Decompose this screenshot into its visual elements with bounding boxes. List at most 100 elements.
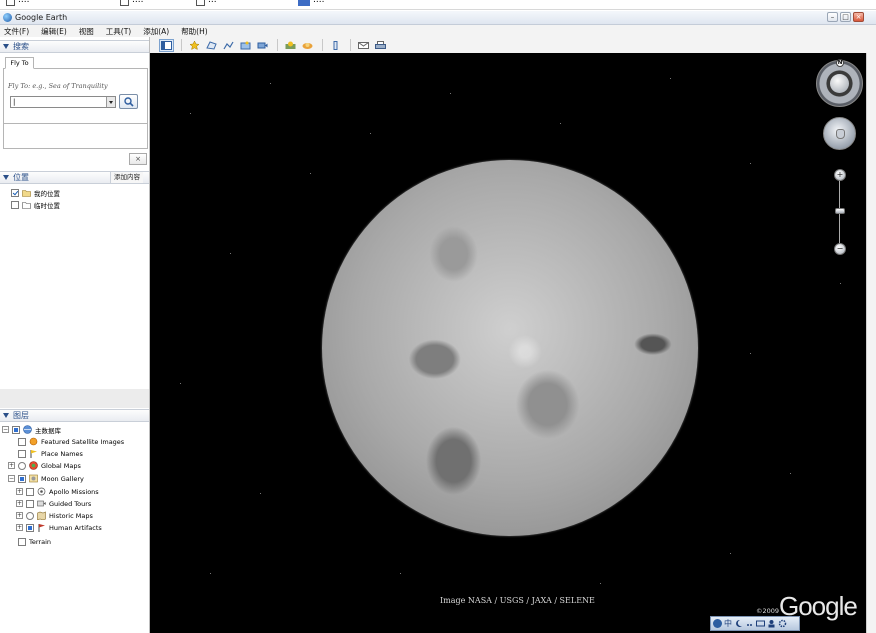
tab-fly-to[interactable]: Fly To <box>5 57 34 69</box>
sunlight-button[interactable] <box>300 39 315 52</box>
layer-label: Apollo Missions <box>49 487 99 496</box>
maximize-button[interactable]: □ <box>840 12 851 22</box>
punctuation-icon[interactable] <box>745 619 754 628</box>
menu-file[interactable]: 文件(F) <box>4 26 29 37</box>
layer-apollo-missions[interactable]: + Apollo Missions <box>16 486 99 497</box>
settings-icon[interactable] <box>778 619 787 628</box>
fly-to-input-value: | <box>13 98 16 106</box>
expand-icon[interactable]: + <box>16 524 23 531</box>
layer-label: 主数据库 <box>35 426 61 435</box>
zoom-out-button[interactable]: − <box>834 243 846 255</box>
menu-tools[interactable]: 工具(T) <box>106 26 131 37</box>
clear-search-button[interactable]: × <box>129 153 147 165</box>
expand-icon[interactable]: + <box>16 488 23 495</box>
minimize-button[interactable]: – <box>827 12 838 22</box>
ime-mode[interactable]: 中 <box>724 618 732 629</box>
checkbox[interactable] <box>18 474 26 483</box>
checkbox[interactable] <box>11 200 19 209</box>
fly-to-input[interactable]: | <box>10 96 116 108</box>
taskbar-item[interactable]: .... <box>120 0 143 6</box>
layer-place-names[interactable]: Place Names <box>18 448 83 459</box>
add-polygon-button[interactable] <box>204 39 219 52</box>
folder-icon <box>22 200 31 209</box>
sidebar-toggle-button[interactable] <box>159 38 174 52</box>
radio[interactable] <box>26 511 34 520</box>
layer-human-artifacts[interactable]: + Human Artifacts <box>16 522 102 533</box>
map-viewport[interactable]: Image NASA / USGS / JAXA / SELENE ©2009 … <box>150 53 866 633</box>
zoom-slider-thumb[interactable] <box>835 208 845 214</box>
add-content-button[interactable]: 添加内容 <box>110 172 143 183</box>
menu-view[interactable]: 视图 <box>79 26 94 37</box>
search-panel-header[interactable]: 搜索 <box>0 40 149 53</box>
places-item-label: 临时位置 <box>34 201 60 210</box>
layer-label: Historic Maps <box>49 511 93 520</box>
checkbox[interactable] <box>18 449 26 458</box>
checkbox[interactable] <box>18 537 26 546</box>
add-image-overlay-button[interactable] <box>238 39 253 52</box>
menu-help[interactable]: 帮助(H) <box>181 26 208 37</box>
places-item-temporary-places[interactable]: 临时位置 <box>11 199 60 210</box>
path-icon <box>223 41 234 49</box>
taskbar-item[interactable]: ... <box>196 0 217 6</box>
moon-globe[interactable] <box>322 160 698 536</box>
zoom-in-button[interactable]: + <box>834 169 846 181</box>
menu-edit[interactable]: 编辑(E) <box>41 26 67 37</box>
globe-icon <box>29 461 38 470</box>
add-path-button[interactable] <box>221 39 236 52</box>
taskbar-item[interactable]: .... <box>298 0 324 6</box>
taskbar-item[interactable]: .... <box>6 0 29 6</box>
copyright: ©2009 <box>756 607 780 615</box>
map-icon <box>37 511 46 520</box>
layer-global-maps[interactable]: + Global Maps <box>8 460 81 471</box>
layer-featured-satellite-images[interactable]: Featured Satellite Images <box>18 436 124 447</box>
places-panel-title: 位置 <box>13 173 29 182</box>
ime-toolbar[interactable]: 中 <box>710 616 800 631</box>
expand-icon[interactable]: + <box>16 500 23 507</box>
look-control[interactable]: N <box>816 59 863 107</box>
layer-label: Place Names <box>41 449 83 458</box>
planets-button[interactable] <box>328 39 343 52</box>
add-placemark-button[interactable] <box>187 39 202 52</box>
record-tour-button[interactable] <box>255 39 270 52</box>
collapse-icon[interactable]: − <box>8 475 15 482</box>
email-icon <box>358 41 369 49</box>
expand-icon[interactable]: + <box>8 462 15 469</box>
eye-icon[interactable] <box>830 74 849 93</box>
print-button[interactable] <box>373 39 388 52</box>
checkbox[interactable] <box>12 425 20 434</box>
window-title: Google Earth <box>15 13 68 22</box>
layer-root[interactable]: − 主数据库 <box>2 424 61 435</box>
email-button[interactable] <box>356 39 371 52</box>
places-item-label: 我的位置 <box>34 189 60 198</box>
checkbox[interactable] <box>26 523 34 532</box>
print-icon <box>375 40 386 49</box>
layers-panel-header[interactable]: 图层 <box>0 409 149 422</box>
collapse-icon[interactable]: − <box>2 426 9 433</box>
expand-icon[interactable]: + <box>16 512 23 519</box>
places-item-my-places[interactable]: 我的位置 <box>11 187 60 198</box>
move-control[interactable] <box>823 117 856 150</box>
checkbox[interactable] <box>26 499 34 508</box>
checkbox[interactable] <box>11 188 19 197</box>
layer-guided-tours[interactable]: + Guided Tours <box>16 498 91 509</box>
places-panel-header[interactable]: 位置 添加内容 <box>0 171 149 184</box>
historical-imagery-button[interactable] <box>283 39 298 52</box>
search-button[interactable] <box>119 94 138 109</box>
menu-add[interactable]: 添加(A) <box>143 26 169 37</box>
toolbar <box>150 37 876 53</box>
layer-terrain[interactable]: Terrain <box>18 536 51 547</box>
radio[interactable] <box>18 461 26 470</box>
moon-mode-icon[interactable] <box>734 619 743 628</box>
title-bar: Google Earth – □ × <box>0 11 876 25</box>
chevron-down-icon[interactable] <box>106 97 115 107</box>
layer-historic-maps[interactable]: + Historic Maps <box>16 510 93 521</box>
search-results[interactable] <box>3 123 148 149</box>
close-button[interactable]: × <box>853 12 864 22</box>
checkbox[interactable] <box>18 437 26 446</box>
user-icon[interactable] <box>767 619 776 628</box>
north-icon[interactable]: N <box>836 59 844 67</box>
keyboard-icon[interactable] <box>756 619 765 628</box>
taskbar-strip: .... .... ... .... <box>0 0 876 10</box>
checkbox[interactable] <box>26 487 34 496</box>
layer-moon-gallery[interactable]: − Moon Gallery <box>8 473 84 484</box>
